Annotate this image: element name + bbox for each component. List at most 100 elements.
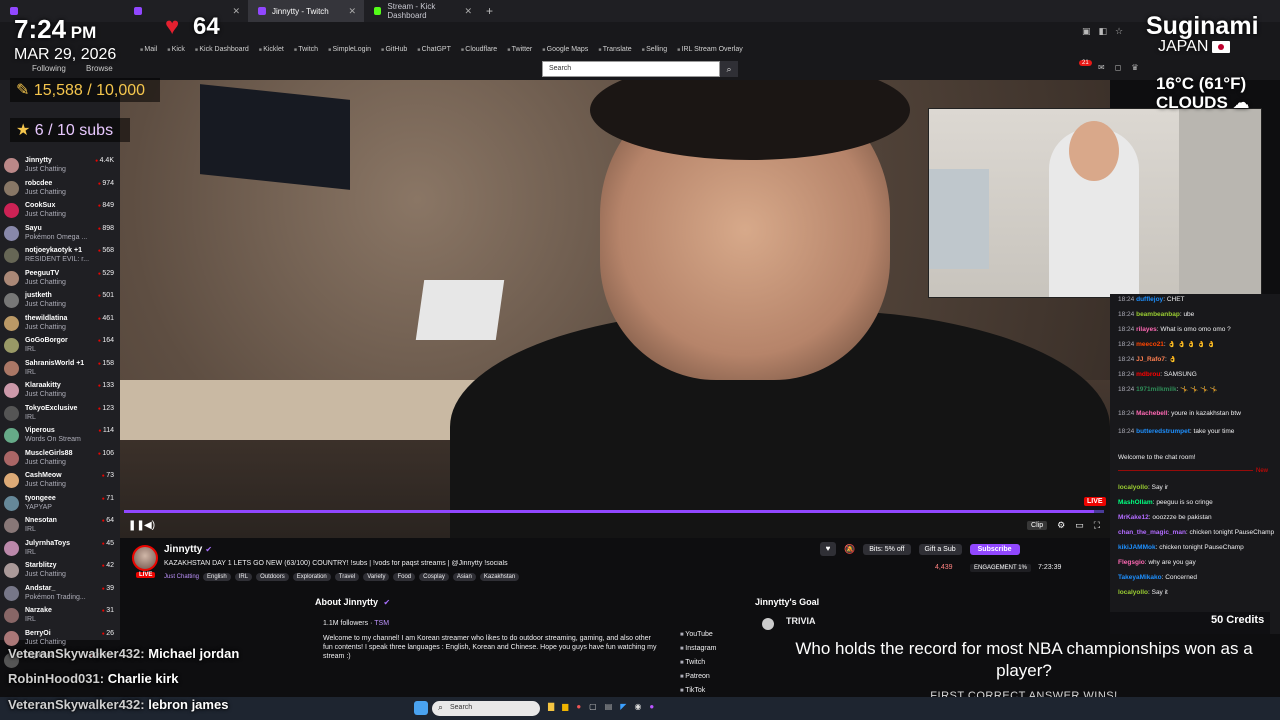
sidebar-channel[interactable]: CashMeow Just Chatting 73 (4, 471, 116, 493)
social-link[interactable]: Instagram (680, 642, 716, 656)
extension-icon[interactable]: ▣ (1082, 26, 1091, 37)
clip-button[interactable]: Clip (1027, 521, 1048, 530)
bookmark[interactable]: Selling (642, 46, 667, 53)
tag[interactable]: Kazakhstan (479, 573, 520, 581)
chat-username[interactable]: Flegsgio (1118, 559, 1145, 566)
channel-avatar[interactable] (132, 545, 158, 571)
subscribe-button[interactable]: Subscribe (969, 543, 1020, 555)
chat-username[interactable]: MrKake12 (1118, 514, 1149, 521)
bookmark[interactable]: Kicklet (259, 46, 284, 53)
nav-following[interactable]: Following (32, 64, 66, 73)
bookmark[interactable]: Google Maps (542, 46, 589, 53)
chat-username[interactable]: JJ_Rafo7 (1136, 356, 1165, 363)
app-icon[interactable]: ▢ (589, 702, 597, 711)
bookmark[interactable]: Twitter (507, 46, 533, 53)
bookmark[interactable]: Mail (140, 46, 157, 53)
sidebar-channel[interactable]: SayuPokémon Omega ... 898 (4, 224, 116, 246)
settings-icon[interactable]: ⚙ (1057, 520, 1065, 531)
extension-icon[interactable]: ◧ (1099, 26, 1108, 37)
bookmark[interactable]: Twitch (294, 46, 318, 53)
sidebar-channel[interactable]: MuscleGirls88Just Chatting 106 (4, 449, 116, 471)
tag[interactable]: Cosplay (419, 573, 449, 581)
taskbar-search[interactable]: Search (432, 701, 540, 716)
follow-heart-icon[interactable]: ♥ (820, 542, 836, 556)
tab-1[interactable]: ✕ (124, 0, 248, 22)
sidebar-channel[interactable]: Starblitzy Just Chatting 42 (4, 561, 116, 583)
sidebar-channel[interactable]: CookSux Just Chatting 849 (4, 201, 116, 223)
sidebar-channel[interactable]: Viperous Words On Stream 114 (4, 426, 116, 448)
sidebar-channel[interactable]: Jinnytty Just Chatting 4.4K (4, 156, 116, 178)
chat-username[interactable]: MashOllam (1118, 499, 1153, 506)
chat-username[interactable]: localyollo (1118, 484, 1148, 491)
obs-icon[interactable]: ◉ (634, 702, 641, 711)
crown-icon[interactable]: ♛ (1131, 63, 1138, 72)
windows-start-icon[interactable] (414, 701, 428, 715)
close-icon[interactable]: ✕ (232, 6, 240, 17)
search-input[interactable]: Search (542, 61, 720, 77)
category-link[interactable]: Just Chatting (164, 573, 199, 581)
tag[interactable]: Variety (363, 573, 390, 581)
sidebar-channel[interactable]: robcdeeJust Chatting 974 (4, 179, 116, 201)
sidebar-channel[interactable]: JulyrnhaToysIRL 45 (4, 539, 116, 561)
chat-username[interactable]: kikiJAMMok (1118, 544, 1156, 551)
chat-username[interactable]: chan_the_magic_man (1118, 529, 1186, 536)
sidebar-channel[interactable]: PeeguuTVJust Chatting 529 (4, 269, 116, 291)
sidebar-channel[interactable]: Narzake IRL 31 (4, 606, 116, 628)
sidebar-channel[interactable]: Andstar_Pokémon Trading... 39 (4, 584, 116, 606)
bookmark[interactable]: Kick Dashboard (195, 46, 248, 53)
tag[interactable]: English (203, 573, 231, 581)
tab-jinnytty-twitch[interactable]: Jinnytty - Twitch ✕ (248, 0, 364, 22)
chat-username[interactable]: dufflejoy (1136, 296, 1163, 303)
tag[interactable]: IRL (234, 573, 253, 581)
chat-username[interactable]: meeco21 (1136, 341, 1164, 348)
bookmark[interactable]: SimpleLogin (328, 46, 372, 53)
chat-username[interactable]: rilayes (1136, 326, 1157, 333)
star-icon[interactable]: ☆ (1115, 26, 1123, 37)
bookmark[interactable]: Cloudflare (461, 46, 497, 53)
bookmark[interactable]: GitHub (381, 46, 407, 53)
tag[interactable]: Food (393, 573, 416, 581)
tag[interactable]: Exploration (292, 573, 331, 581)
inbox-icon[interactable]: ✉ (1098, 63, 1105, 72)
fullscreen-icon[interactable]: ⛶ (1094, 520, 1100, 531)
seek-bar[interactable] (124, 510, 1104, 513)
pause-icon[interactable]: ❚❚ (128, 520, 145, 531)
chat-username[interactable]: mdbrou (1136, 371, 1160, 378)
chat-username[interactable]: beambeanbap (1136, 311, 1180, 318)
sidebar-channel[interactable]: Klaraakitty Just Chatting 133 (4, 381, 116, 403)
sidebar-channel[interactable]: thewildlatinaJust Chatting 461 (4, 314, 116, 336)
new-tab-button[interactable]: + (480, 4, 493, 18)
tab-kick-dashboard[interactable]: Stream - Kick Dashboard ✕ (364, 0, 480, 22)
social-link[interactable]: Patreon (680, 670, 716, 684)
app-icon[interactable]: ● (649, 702, 654, 711)
chat-username[interactable]: Machebell (1136, 410, 1167, 417)
chat-username[interactable]: butteredstrumpet (1136, 428, 1190, 435)
file-explorer-icon[interactable]: ▇ (548, 702, 554, 711)
tag[interactable]: Travel (334, 573, 360, 581)
sidebar-channel[interactable]: tyongeeeYAPYAP 71 (4, 494, 116, 516)
tag[interactable]: Outdoors (256, 573, 289, 581)
close-icon[interactable]: ✕ (348, 6, 356, 17)
folder-icon[interactable]: ▆ (562, 702, 568, 711)
bits-button[interactable]: Bits: 5% off (863, 543, 911, 555)
sidebar-channel[interactable]: TokyoExclusiveIRL 123 (4, 404, 116, 426)
theatre-mode-icon[interactable]: ▭ (1075, 520, 1084, 531)
sidebar-channel[interactable]: notjoeykaotyk +1 RESIDENT EVIL: r... 568 (4, 246, 116, 268)
vscode-icon[interactable]: ◤ (620, 702, 626, 711)
tag[interactable]: Asian (452, 573, 476, 581)
terminal-icon[interactable]: ▤ (605, 702, 613, 711)
notifications-off-icon[interactable]: 🔕 (844, 544, 855, 555)
bookmark[interactable]: Kick (167, 46, 185, 53)
volume-icon[interactable]: ◀) (144, 520, 155, 531)
notification-badge[interactable]: 21 (1079, 60, 1092, 66)
whisper-icon[interactable]: ◻ (1115, 63, 1122, 72)
social-link[interactable]: Twitch (680, 656, 716, 670)
bookmark[interactable]: IRL Stream Overlay (677, 46, 743, 53)
bookmark[interactable]: ChatGPT (417, 46, 451, 53)
channel-name[interactable]: Jinnytty ✔ (164, 544, 212, 555)
social-link[interactable]: TikTok (680, 684, 716, 698)
chat-username[interactable]: localyollo (1118, 589, 1148, 596)
social-link[interactable]: YouTube (680, 628, 716, 642)
sidebar-channel[interactable]: justketh Just Chatting 501 (4, 291, 116, 313)
sidebar-channel[interactable]: SahranisWorld +1IRL 158 (4, 359, 116, 381)
